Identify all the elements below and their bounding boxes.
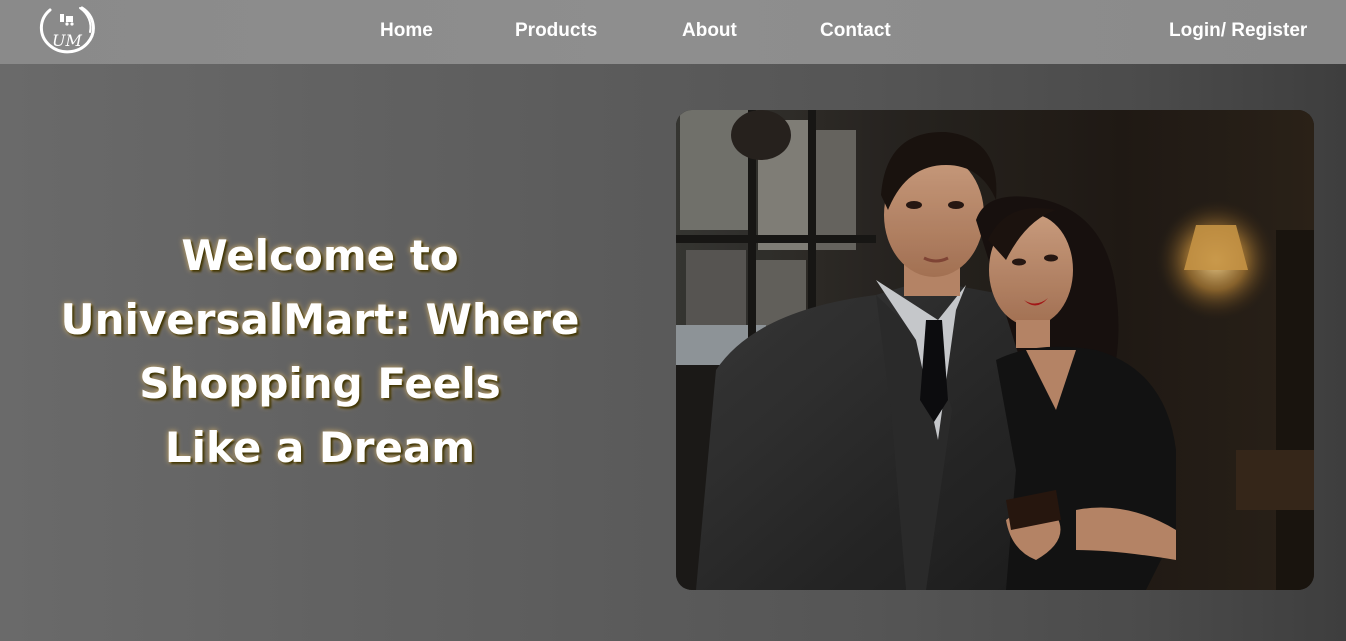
hero-title-line: Like a Dream [164,423,476,472]
login-register-link[interactable]: Login/ Register [1169,19,1307,43]
nav-link-contact[interactable]: Contact [820,19,891,43]
hero-image [676,110,1314,590]
couple-photo [676,110,1314,590]
hero-title-line: Shopping Feels [139,359,501,408]
nav-link-products[interactable]: Products [515,19,597,43]
nav-link-home[interactable]: Home [380,19,433,43]
hero-title-line: UniversalMart: Where [60,295,580,344]
logo-icon: UM [39,6,95,54]
hero-title-line: Welcome to [181,231,459,280]
hero-section: Welcome to UniversalMart: Where Shopping… [0,64,1346,641]
logo-text: UM [52,31,82,50]
nav-link-about[interactable]: About [682,19,737,43]
hero-title: Welcome to UniversalMart: Where Shopping… [40,224,600,480]
navbar: UM Home Products About Contact Login/ Re… [0,0,1346,64]
logo[interactable]: UM [30,2,96,58]
